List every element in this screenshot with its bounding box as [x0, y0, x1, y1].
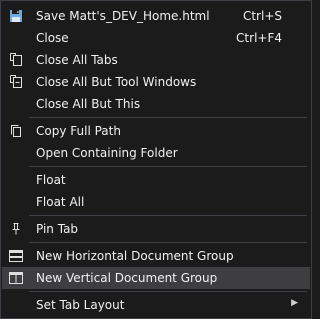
menu-item-close-all-but-tool-windows[interactable]: Close All But Tool Windows [2, 71, 310, 93]
menu-item-label: Float [36, 173, 66, 187]
close-all-but-tool-windows-icon [8, 74, 24, 90]
menu-item-label: New Horizontal Document Group [36, 249, 234, 263]
menu-item-open-containing-folder[interactable]: Open Containing Folder [2, 142, 310, 164]
menu-item-label: Float All [36, 195, 85, 209]
menu-item-label: Close All But Tool Windows [36, 75, 197, 89]
menu-item-pin-tab[interactable]: Pin Tab [2, 218, 310, 240]
menu-separator [29, 242, 307, 243]
menu-item-float[interactable]: Float [2, 169, 310, 191]
menu-item-label: Save Matt's_DEV_Home.html [36, 9, 210, 23]
menu-item-label: Set Tab Layout [36, 298, 125, 312]
menu-separator [29, 215, 307, 216]
menu-item-close-all-tabs[interactable]: Close All Tabs [2, 49, 310, 71]
menu-separator [29, 166, 307, 167]
menu-item-new-vertical-document-group[interactable]: New Vertical Document Group [2, 267, 310, 289]
menu-item-shortcut: Ctrl+F4 [236, 31, 282, 45]
menu-item-label: New Vertical Document Group [36, 271, 218, 285]
copy-icon [8, 123, 24, 139]
context-menu: Save Matt's_DEV_Home.html Ctrl+S Close C… [0, 0, 312, 319]
menu-item-float-all[interactable]: Float All [2, 191, 310, 213]
horizontal-group-icon [8, 248, 24, 264]
save-icon [8, 8, 24, 24]
menu-item-save[interactable]: Save Matt's_DEV_Home.html Ctrl+S [2, 5, 310, 27]
menu-item-label: Pin Tab [36, 222, 79, 236]
menu-item-label: Copy Full Path [36, 124, 121, 138]
chevron-right-icon: ▶ [291, 298, 298, 308]
menu-item-set-tab-layout[interactable]: Set Tab Layout ▶ [2, 294, 310, 316]
menu-item-new-horizontal-document-group[interactable]: New Horizontal Document Group [2, 245, 310, 267]
vertical-group-icon [8, 270, 24, 286]
menu-item-label: Open Containing Folder [36, 146, 178, 160]
menu-item-label: Close All But This [36, 97, 141, 111]
menu-item-copy-full-path[interactable]: Copy Full Path [2, 120, 310, 142]
menu-item-label: Close [36, 31, 69, 45]
menu-item-label: Close All Tabs [36, 53, 118, 67]
menu-separator [29, 291, 307, 292]
menu-item-shortcut: Ctrl+S [242, 9, 282, 23]
pin-icon [8, 221, 24, 237]
close-all-tabs-icon [8, 52, 24, 68]
menu-item-close[interactable]: Close Ctrl+F4 [2, 27, 310, 49]
menu-item-close-all-but-this[interactable]: Close All But This [2, 93, 310, 115]
menu-separator [29, 117, 307, 118]
